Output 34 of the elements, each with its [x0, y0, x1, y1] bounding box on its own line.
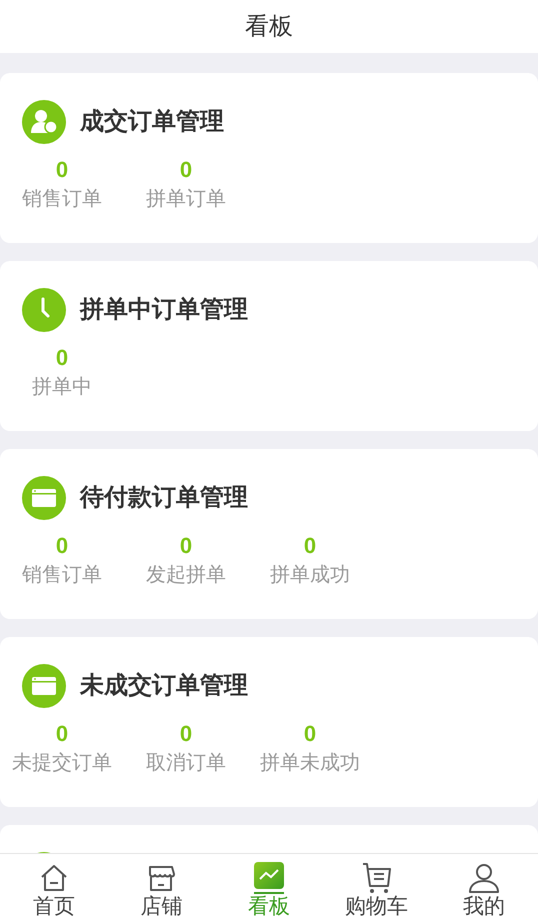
stat-label[interactable]: 拼单成功	[270, 560, 350, 590]
stat-value[interactable]: 0	[56, 344, 68, 372]
stat-label[interactable]: 未提交订单	[12, 748, 112, 778]
nav-tab[interactable]: 购物车	[322, 854, 430, 920]
clock-icon	[22, 288, 66, 332]
stat-value[interactable]: 0	[180, 532, 192, 560]
window-icon	[22, 476, 66, 520]
nav-tab[interactable]: 我的	[430, 854, 538, 920]
stat-label[interactable]: 拼单订单	[146, 184, 226, 214]
page-title: 看板	[245, 12, 293, 42]
stat-value[interactable]: 0	[56, 532, 68, 560]
stat-label[interactable]: 取消订单	[146, 748, 226, 778]
stat-value[interactable]: 0	[180, 720, 192, 748]
person-icon	[467, 861, 502, 895]
nav-tab[interactable]: 看板	[215, 854, 323, 920]
stat-label[interactable]: 销售订单	[22, 560, 102, 590]
stat-label[interactable]: 拼单中	[32, 372, 92, 402]
stat-value[interactable]: 0	[56, 720, 68, 748]
nav-tab[interactable]: 店铺	[108, 854, 216, 920]
card-title: 待付款订单管理	[80, 483, 248, 513]
nav-tab[interactable]: 首页	[0, 854, 108, 920]
window-icon	[22, 664, 66, 708]
card-title: 成交订单管理	[80, 107, 224, 137]
user-icon	[22, 100, 66, 144]
stat-label[interactable]: 发起拼单	[146, 560, 226, 590]
card-title: 拼单中订单管理	[80, 295, 248, 325]
stat-value[interactable]: 0	[304, 532, 316, 560]
chart-icon	[252, 861, 286, 895]
stat-value[interactable]: 0	[180, 156, 192, 184]
stat-label[interactable]: 拼单未成功	[260, 748, 360, 778]
card-title: 未成交订单管理	[80, 671, 248, 701]
stat-label[interactable]: 销售订单	[22, 184, 102, 214]
stat-value[interactable]: 0	[304, 720, 316, 748]
stat-value[interactable]: 0	[56, 156, 68, 184]
